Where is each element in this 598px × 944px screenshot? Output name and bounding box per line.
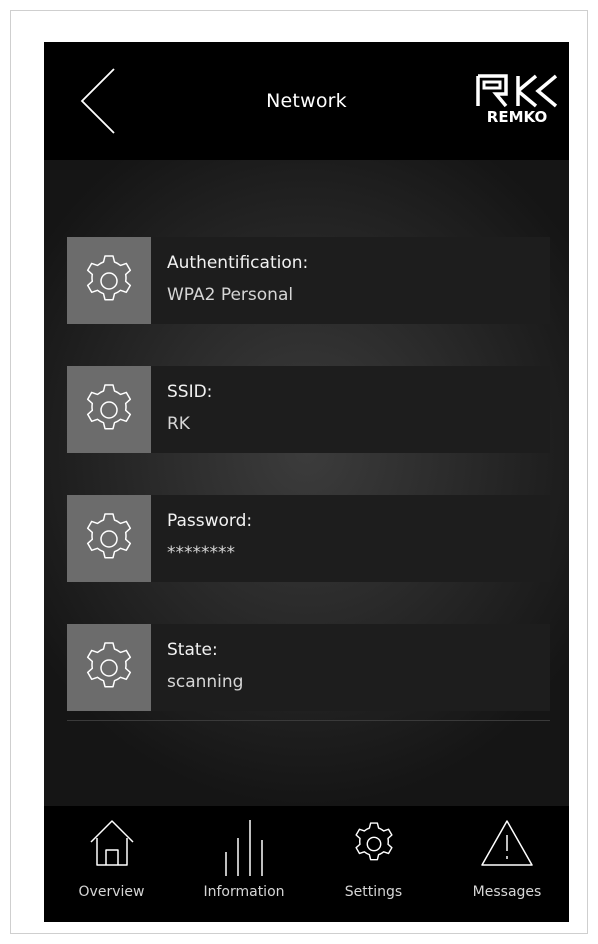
row-value: WPA2 Personal: [167, 285, 294, 305]
row-value: scanning: [167, 672, 244, 692]
bars-icon: [225, 820, 263, 876]
row-label: State:: [167, 640, 218, 660]
row-icon-tile: [67, 237, 151, 324]
logo-mark-icon: [476, 74, 558, 108]
setting-row-authentification[interactable]: Authentification: WPA2 Personal: [67, 237, 550, 324]
row-label: Password:: [167, 511, 253, 531]
row-icon-tile: [67, 366, 151, 453]
home-icon: [89, 820, 134, 866]
nav-label: Information: [203, 884, 285, 900]
nav-item-settings[interactable]: Settings: [316, 806, 431, 922]
gear-icon: [354, 822, 393, 861]
row-label: SSID:: [167, 382, 213, 402]
gear-icon: [86, 642, 132, 688]
setting-row-ssid[interactable]: SSID: RK: [67, 366, 550, 453]
nav-label: Overview: [78, 884, 145, 900]
list-divider: [67, 720, 550, 721]
row-value: ********: [167, 543, 235, 563]
row-label: Authentification:: [167, 253, 309, 273]
nav-label: Settings: [344, 884, 403, 900]
setting-row-state[interactable]: State: scanning: [67, 624, 550, 711]
row-icon-tile: [67, 495, 151, 582]
nav-item-information[interactable]: Information: [184, 806, 304, 922]
setting-row-password[interactable]: Password: ********: [67, 495, 550, 582]
logo-text: REMKO: [486, 108, 548, 126]
gear-icon: [86, 384, 132, 430]
header-bar: Network REMKO: [44, 42, 569, 160]
row-value: RK: [167, 414, 190, 434]
remko-logo: REMKO: [472, 72, 562, 128]
gear-icon: [86, 513, 132, 559]
device-screen: Network REMKO Authentification: WPA2 Per…: [44, 42, 569, 922]
gear-icon: [86, 255, 132, 301]
nav-item-messages[interactable]: Messages: [447, 806, 567, 922]
warning-icon: [481, 820, 533, 866]
bottom-navigation: Overview Information Settings Messages: [44, 806, 569, 922]
settings-list: Authentification: WPA2 Personal SSID: RK: [44, 160, 569, 806]
nav-item-overview[interactable]: Overview: [54, 806, 169, 922]
nav-label: Messages: [472, 884, 542, 900]
row-icon-tile: [67, 624, 151, 711]
